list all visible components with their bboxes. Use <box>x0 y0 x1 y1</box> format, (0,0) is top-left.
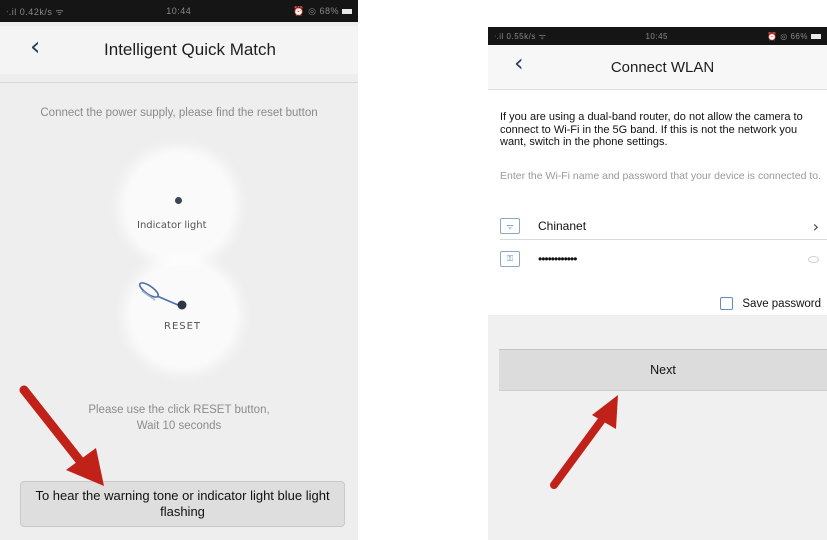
reset-pin-icon <box>138 282 187 310</box>
indicator-light-label: Indicator light <box>137 220 207 231</box>
status-bar: ᐧ.il 0.42k/s ᯤ 10:44 ⏰ ◎ 68% <box>0 0 358 22</box>
instruction-hint: Connect the power supply, please find th… <box>40 107 318 119</box>
password-value[interactable]: •••••••••••• <box>538 252 827 266</box>
back-button[interactable]: ‹ <box>514 49 524 77</box>
save-password-label: Save password <box>742 297 821 310</box>
page-title: Connect WLAN <box>610 58 715 76</box>
nav-bar: ‹ Intelligent Quick Match <box>0 26 358 74</box>
checkbox-icon[interactable] <box>720 297 734 310</box>
reset-button-illustration: RESET <box>133 265 233 365</box>
indicator-light-illustration: Indicator light <box>128 155 230 257</box>
status-time: 10:45 <box>645 31 668 41</box>
page-title: Intelligent Quick Match <box>104 40 276 59</box>
reset-label: RESET <box>164 321 202 332</box>
nav-bar: ‹ Connect WLAN <box>488 45 827 90</box>
status-time: 10:44 <box>166 6 192 16</box>
arrow-annotation <box>550 395 618 489</box>
arrow-annotation <box>19 385 104 486</box>
dual-band-notice: If you are using a dual-band router, do … <box>500 111 803 148</box>
save-password-toggle[interactable]: Save password <box>720 297 821 310</box>
chevron-right-icon[interactable]: › <box>813 217 819 236</box>
wifi-name-field[interactable]: ᯤ Chinanet › <box>500 213 827 240</box>
wifi-name-value: Chinanet <box>538 219 587 233</box>
next-button[interactable]: Next <box>499 349 827 391</box>
status-right: ⏰ ◎ 66% <box>767 32 821 41</box>
eye-icon[interactable] <box>808 255 819 263</box>
status-network: ᐧ.il 0.55k/s ᯤ <box>494 31 547 41</box>
status-network: ᐧ.il 0.42k/s ᯤ <box>6 6 65 17</box>
divider <box>0 82 358 83</box>
quick-match-screen: ᐧ.il 0.42k/s ᯤ 10:44 ⏰ ◎ 68% ‹ Intellige… <box>0 0 358 540</box>
battery-icon <box>342 8 352 14</box>
connect-wlan-screen: ᐧ.il 0.55k/s ᯤ 10:45 ⏰ ◎ 66% ‹ Connect W… <box>488 27 827 540</box>
status-right: ⏰ ◎ 68% <box>293 6 352 17</box>
wifi-icon: ᯤ <box>500 218 520 234</box>
lock-icon: ⚿ <box>500 251 520 267</box>
credentials-hint: Enter the Wi-Fi name and password that y… <box>500 170 821 182</box>
indicator-dot-icon <box>175 197 182 204</box>
back-button[interactable]: ‹ <box>30 32 40 62</box>
password-field[interactable]: ⚿ •••••••••••• <box>500 246 827 272</box>
battery-icon <box>811 33 821 39</box>
status-bar: ᐧ.il 0.55k/s ᯤ 10:45 ⏰ ◎ 66% <box>488 27 827 45</box>
